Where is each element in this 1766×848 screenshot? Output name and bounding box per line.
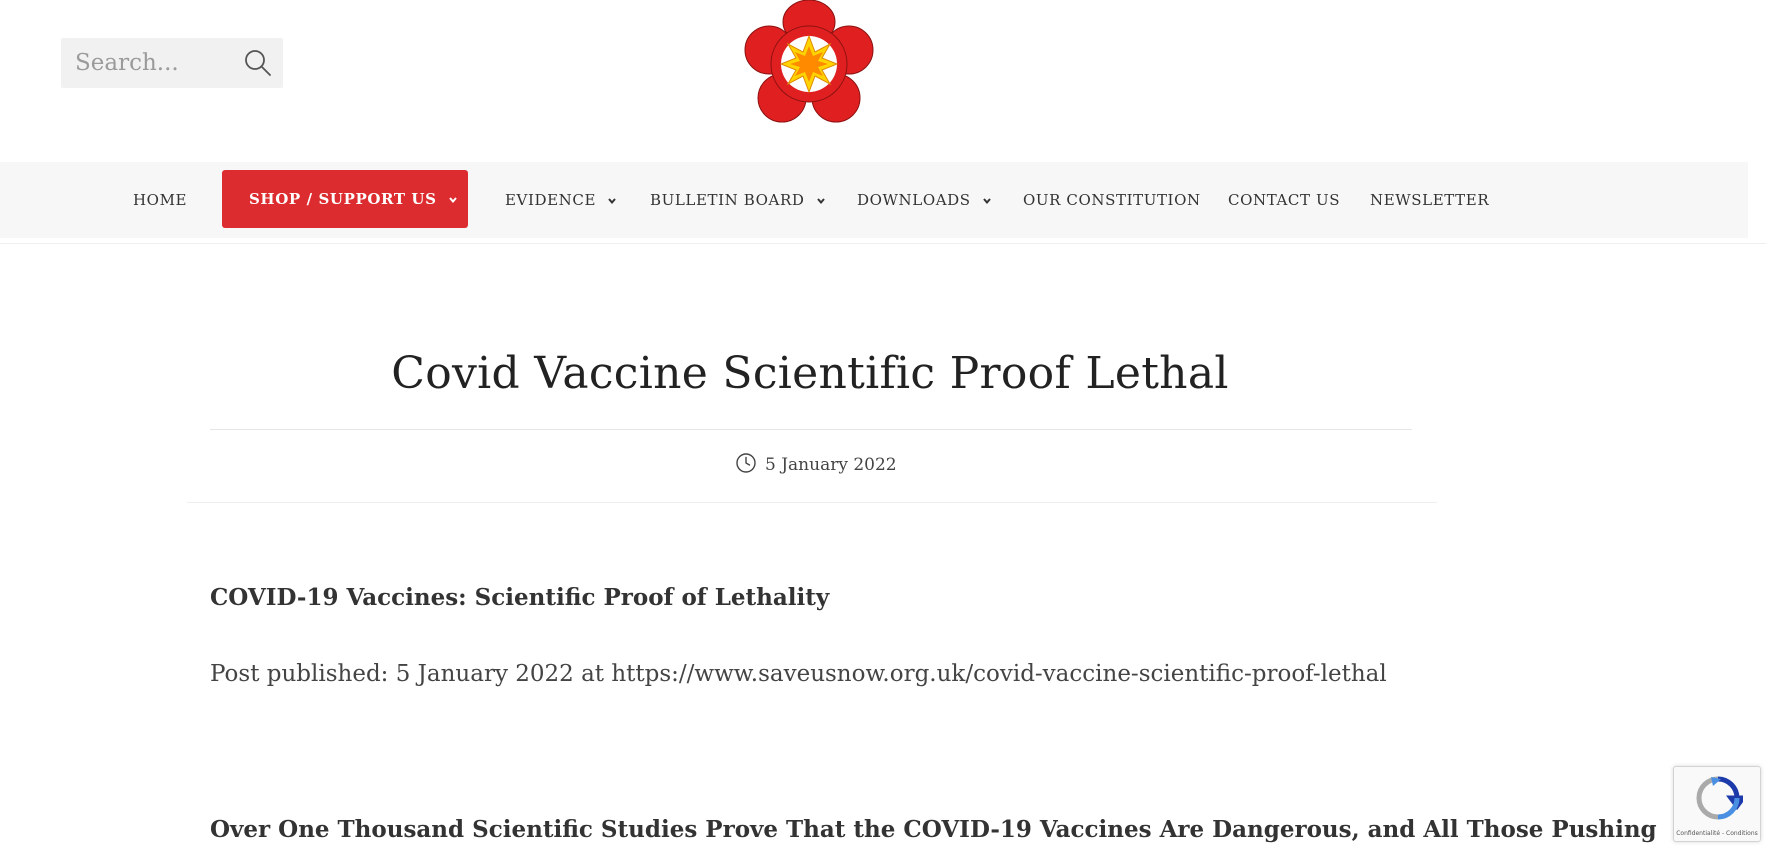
- nav-newsletter[interactable]: NEWSLETTER: [1370, 162, 1489, 238]
- recaptcha-icon: [1696, 776, 1743, 820]
- content-subheading: Over One Thousand Scientific Studies Pro…: [210, 816, 1657, 843]
- nav-evidence[interactable]: EVIDENCE: [505, 162, 617, 238]
- logo-graphic: [744, 0, 874, 123]
- content-heading: COVID-19 Vaccines: Scientific Proof of L…: [210, 584, 830, 611]
- nav-newsletter-label: NEWSLETTER: [1370, 191, 1490, 209]
- nav-evidence-label: EVIDENCE: [505, 191, 597, 209]
- post-date: 5 January 2022: [765, 455, 897, 475]
- search-icon: [245, 50, 271, 76]
- post-meta: 5 January 2022: [735, 452, 897, 483]
- nav-downloads[interactable]: DOWNLOADS: [857, 162, 992, 238]
- nav-shop-label: SHOP / SUPPORT US: [249, 190, 437, 208]
- chevron-down-icon: [608, 198, 617, 205]
- chevron-down-icon: [983, 198, 991, 205]
- nav-home-label: HOME: [133, 191, 188, 209]
- nav-contact-label: CONTACT US: [1228, 191, 1341, 209]
- nav-bulletin-board[interactable]: BULLETIN BOARD: [650, 162, 826, 238]
- chevron-down-icon: [817, 198, 825, 205]
- nav-bulletin-label: BULLETIN BOARD: [650, 191, 805, 209]
- meta-divider: [187, 502, 1437, 503]
- main-navigation: HOME SHOP / SUPPORT US EVIDENCE BULLETIN…: [0, 162, 1748, 238]
- content-published-line: Post published: 5 January 2022 at https:…: [210, 661, 1387, 687]
- clock-icon: [736, 452, 756, 473]
- title-divider: [210, 429, 1412, 430]
- nav-home[interactable]: HOME: [133, 162, 187, 238]
- post-title: Covid Vaccine Scientific Proof Lethal: [391, 348, 1229, 399]
- nav-downloads-label: DOWNLOADS: [857, 191, 971, 209]
- nav-our-constitution[interactable]: OUR CONSTITUTION: [1023, 162, 1201, 238]
- recaptcha-badge[interactable]: Confidentialité - Conditions: [1673, 766, 1761, 842]
- nav-constitution-label: OUR CONSTITUTION: [1023, 191, 1201, 209]
- search-input[interactable]: [61, 38, 231, 88]
- chevron-down-icon: [449, 197, 458, 204]
- recaptcha-footer: Confidentialité - Conditions: [1676, 830, 1758, 837]
- search-form: [61, 38, 283, 88]
- nav-divider: [0, 243, 1766, 244]
- nav-shop-support[interactable]: SHOP / SUPPORT US: [222, 170, 468, 228]
- site-logo[interactable]: [744, 0, 874, 126]
- nav-contact-us[interactable]: CONTACT US: [1228, 162, 1340, 238]
- site-header: [0, 0, 1766, 162]
- search-button[interactable]: [241, 46, 275, 80]
